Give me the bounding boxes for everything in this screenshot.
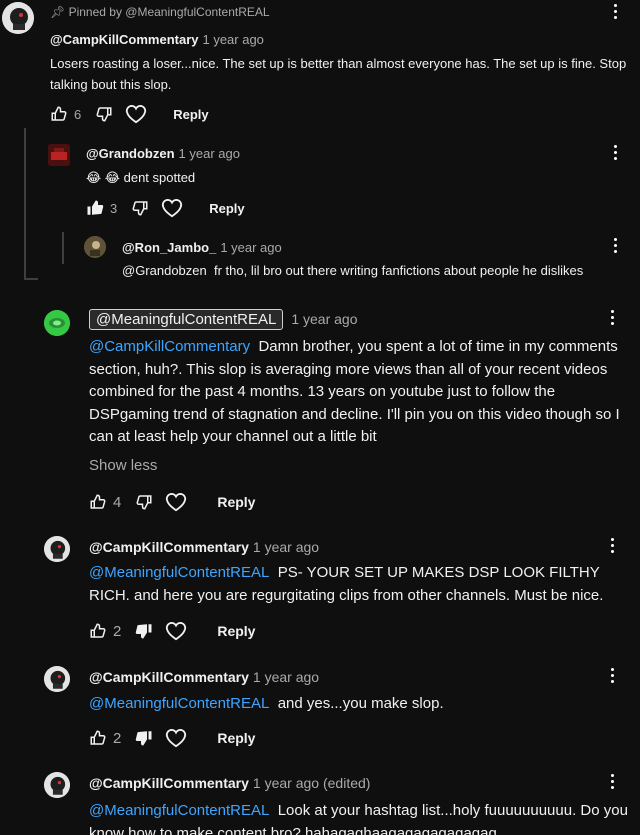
more-options-icon[interactable] bbox=[611, 310, 614, 325]
comment-header: @MeaningfulContentREAL 1 year ago bbox=[89, 309, 358, 330]
author-name[interactable]: @CampKillCommentary bbox=[50, 32, 198, 47]
comment-reply: @Grandobzen 1 year ago 😂 😂 dent spotted 3… bbox=[0, 140, 640, 235]
more-options-icon[interactable] bbox=[614, 4, 617, 19]
comment-date[interactable]: 1 year ago bbox=[220, 240, 281, 255]
more-options-icon[interactable] bbox=[614, 238, 617, 253]
reply-button[interactable]: Reply bbox=[217, 730, 255, 746]
like-count: 2 bbox=[113, 622, 122, 640]
reply-button[interactable]: Reply bbox=[209, 201, 244, 216]
dislike-icon[interactable] bbox=[135, 729, 153, 747]
comment-date[interactable]: 1 year ago bbox=[202, 32, 263, 47]
comment-text: @CampKillCommentary Damn brother, you sp… bbox=[89, 336, 629, 449]
comment-reply: @CampKillCommentary 1 year ago @Meaningfu… bbox=[0, 530, 640, 648]
comment-header: @Ron_Jambo_ 1 year ago bbox=[122, 240, 282, 255]
comment-text: @MeaningfulContentREAL PS- YOUR SET UP M… bbox=[89, 561, 634, 607]
comment-actions: 4 Reply bbox=[89, 491, 255, 513]
comment-text: @MeaningfulContentREAL Look at your hash… bbox=[89, 799, 634, 835]
avatar[interactable] bbox=[2, 2, 34, 34]
mention-link[interactable]: @MeaningfulContentREAL bbox=[89, 802, 269, 819]
mention-link[interactable]: @CampKillCommentary bbox=[89, 338, 250, 355]
like-count: 2 bbox=[113, 729, 122, 747]
dislike-icon[interactable] bbox=[135, 622, 153, 640]
author-name[interactable]: @CampKillCommentary bbox=[89, 669, 249, 685]
mention-link[interactable]: @MeaningfulContentREAL bbox=[89, 695, 269, 712]
comment-reply: @MeaningfulContentREAL 1 year ago @CampKi… bbox=[0, 300, 640, 520]
comment-actions: 6 Reply bbox=[50, 104, 209, 124]
avatar[interactable] bbox=[44, 536, 70, 562]
like-icon[interactable] bbox=[89, 493, 107, 511]
author-name[interactable]: @Ron_Jambo_ bbox=[122, 240, 216, 255]
comment-reply: @Ron_Jambo_ 1 year ago @Grandobzen fr tho… bbox=[0, 232, 640, 288]
author-name: @MeaningfulContentREAL bbox=[96, 311, 277, 328]
comment-header: @Grandobzen 1 year ago bbox=[86, 146, 240, 161]
comment-body: fr tho, lil bro out there writing fanfic… bbox=[213, 263, 584, 278]
comment-text: @MeaningfulContentREAL and yes...you mak… bbox=[89, 692, 634, 715]
like-count: 3 bbox=[110, 200, 118, 216]
channel-owner-badge[interactable]: @MeaningfulContentREAL bbox=[89, 309, 284, 330]
show-less-button[interactable]: Show less bbox=[89, 457, 157, 474]
mention-link[interactable]: @Grandobzen bbox=[122, 263, 207, 278]
reply-button[interactable]: Reply bbox=[217, 623, 255, 639]
heart-icon[interactable] bbox=[161, 198, 183, 218]
comment-date[interactable]: 1 year ago bbox=[179, 146, 240, 161]
heart-icon[interactable] bbox=[125, 104, 147, 124]
comment-text: Losers roasting a loser...nice. The set … bbox=[50, 56, 627, 92]
comment-header: @CampKillCommentary 1 year ago bbox=[89, 539, 319, 555]
dislike-icon[interactable] bbox=[131, 199, 149, 217]
like-count: 6 bbox=[74, 106, 82, 122]
comment-text: 😂 😂 dent spotted bbox=[86, 170, 196, 185]
avatar[interactable] bbox=[84, 236, 106, 258]
heart-icon[interactable] bbox=[165, 492, 187, 512]
comment-text: @Grandobzen fr tho, lil bro out there wr… bbox=[122, 261, 627, 281]
heart-icon[interactable] bbox=[165, 621, 187, 641]
comment-date[interactable]: 1 year ago bbox=[291, 311, 357, 327]
comment-actions: 2 Reply bbox=[89, 620, 255, 642]
more-options-icon[interactable] bbox=[614, 145, 617, 160]
dislike-icon[interactable] bbox=[95, 105, 113, 123]
comment-reply: @CampKillCommentary 1 year ago @Meaningfu… bbox=[0, 660, 640, 760]
comment-pinned: 📌︎ Pinned by @MeaningfulContentREAL @Cam… bbox=[0, 0, 640, 128]
comment-date[interactable]: 1 year ago bbox=[253, 669, 319, 685]
pinned-label: 📌︎ Pinned by @MeaningfulContentREAL bbox=[50, 5, 270, 19]
like-icon[interactable] bbox=[89, 729, 107, 747]
avatar[interactable] bbox=[48, 144, 70, 166]
author-name[interactable]: @Grandobzen bbox=[86, 146, 175, 161]
comment-header: @CampKillCommentary 1 year ago bbox=[89, 669, 319, 685]
comment-header: @CampKillCommentary 1 year ago (edited) bbox=[89, 775, 370, 791]
comment-actions: 2 Reply bbox=[89, 727, 255, 749]
more-options-icon[interactable] bbox=[611, 538, 614, 553]
dislike-icon[interactable] bbox=[135, 493, 153, 511]
comment-date[interactable]: 1 year ago bbox=[253, 775, 319, 791]
comment-header: @CampKillCommentary 1 year ago bbox=[50, 32, 264, 47]
pin-icon: 📌︎ bbox=[50, 5, 69, 19]
mention-link[interactable]: @MeaningfulContentREAL bbox=[89, 564, 269, 581]
more-options-icon[interactable] bbox=[611, 668, 614, 683]
avatar[interactable] bbox=[44, 310, 70, 336]
avatar[interactable] bbox=[44, 772, 70, 798]
like-icon[interactable] bbox=[50, 105, 68, 123]
like-count: 4 bbox=[113, 493, 122, 511]
reply-button[interactable]: Reply bbox=[217, 494, 255, 510]
avatar[interactable] bbox=[44, 666, 70, 692]
reply-button[interactable]: Reply bbox=[173, 107, 208, 122]
comment-reply: @CampKillCommentary 1 year ago (edited) @… bbox=[0, 766, 640, 835]
author-name[interactable]: @CampKillCommentary bbox=[89, 775, 249, 791]
like-icon[interactable] bbox=[89, 622, 107, 640]
comment-actions: 3 Reply bbox=[86, 198, 245, 218]
like-icon[interactable] bbox=[86, 199, 104, 217]
more-options-icon[interactable] bbox=[611, 774, 614, 789]
heart-icon[interactable] bbox=[165, 728, 187, 748]
edited-label: (edited) bbox=[322, 775, 371, 791]
comment-body: and yes...you make slop. bbox=[277, 695, 444, 712]
author-name[interactable]: @CampKillCommentary bbox=[89, 539, 249, 555]
comment-date[interactable]: 1 year ago bbox=[253, 539, 319, 555]
